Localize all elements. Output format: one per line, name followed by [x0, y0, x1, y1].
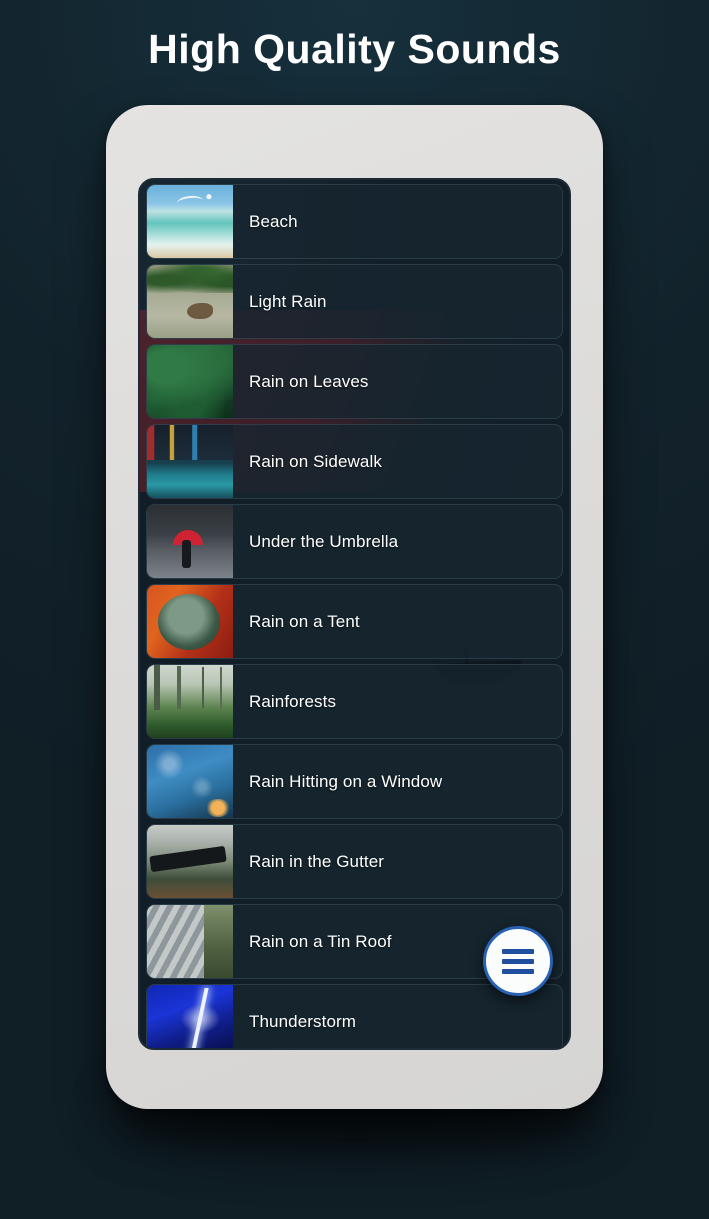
list-item-label: Rain in the Gutter	[249, 851, 385, 871]
list-item-label: Light Rain	[249, 291, 327, 311]
rain-on-window-thumbnail	[147, 745, 233, 818]
list-item[interactable]: Rain on a Tent	[146, 584, 563, 659]
page-title: High Quality Sounds	[148, 26, 561, 72]
menu-fab-button[interactable]	[483, 926, 553, 996]
list-item[interactable]: Light Rain	[146, 264, 563, 339]
light-rain-thumbnail	[147, 265, 233, 338]
list-item-label: Rain on Sidewalk	[249, 451, 382, 471]
beach-thumbnail	[147, 185, 233, 258]
list-item[interactable]: Beach	[146, 184, 563, 259]
list-item-label: Rain on a Tent	[249, 611, 360, 631]
rain-on-sidewalk-thumbnail	[147, 425, 233, 498]
list-item[interactable]: Rainforests	[146, 664, 563, 739]
list-item-label: Under the Umbrella	[249, 531, 399, 551]
rain-on-leaves-thumbnail	[147, 345, 233, 418]
list-item-label: Rainforests	[249, 691, 337, 711]
list-item[interactable]: Rain in the Gutter	[146, 824, 563, 899]
list-item[interactable]: Rain Hitting on a Window	[146, 744, 563, 819]
list-item[interactable]: Rain on Leaves	[146, 344, 563, 419]
rainforests-thumbnail	[147, 665, 233, 738]
list-item-label: Rain on Leaves	[249, 371, 369, 391]
list-item-label: Beach	[249, 211, 298, 231]
sound-list[interactable]: Beach Light Rain Rain on Leaves Rain on Sid…	[140, 180, 569, 1048]
phone-mockup-frame: Beach Light Rain Rain on Leaves Rain on Sid…	[106, 105, 603, 1109]
list-item[interactable]: Under the Umbrella	[146, 504, 563, 579]
list-item-label: Rain Hitting on a Window	[249, 771, 443, 791]
under-the-umbrella-thumbnail	[147, 505, 233, 578]
list-item[interactable]: Thunderstorm	[146, 984, 563, 1048]
phone-screen: Beach Light Rain Rain on Leaves Rain on Sid…	[138, 178, 571, 1050]
list-item-label: Thunderstorm	[249, 1011, 357, 1031]
rain-in-the-gutter-thumbnail	[147, 825, 233, 898]
list-item-label: Rain on a Tin Roof	[249, 931, 392, 951]
hamburger-menu-icon	[502, 948, 534, 974]
thunderstorm-thumbnail	[147, 985, 233, 1048]
rain-on-a-tin-roof-thumbnail	[147, 905, 233, 978]
list-item[interactable]: Rain on Sidewalk	[146, 424, 563, 499]
rain-on-a-tent-thumbnail	[147, 585, 233, 658]
